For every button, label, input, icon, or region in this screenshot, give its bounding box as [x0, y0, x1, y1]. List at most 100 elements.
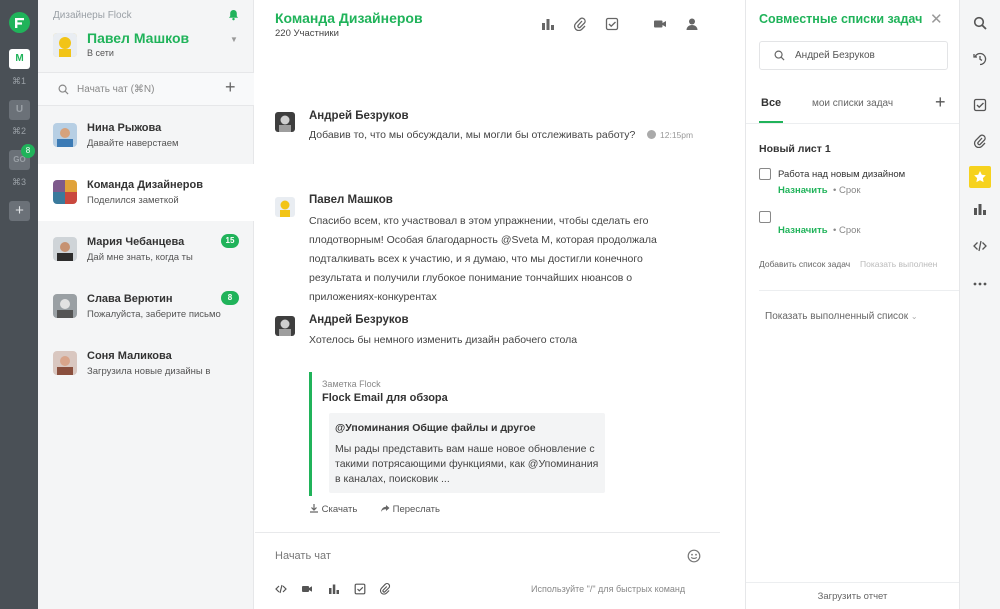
- chat-name: Соня Маликова: [87, 350, 172, 362]
- note-preview-card[interactable]: @Упоминания Общие файлы и другое Мы рады…: [329, 413, 605, 493]
- user-avatar[interactable]: [53, 33, 77, 57]
- workspace-rail: M ⌘1 U ⌘2 GO 8 ⌘3 +: [0, 0, 38, 609]
- todo-search-value: Андрей Безруков: [795, 50, 875, 61]
- message-author[interactable]: Павел Машков: [309, 194, 393, 206]
- search-icon[interactable]: [973, 16, 987, 30]
- unread-badge: 15: [221, 234, 239, 248]
- more-icon[interactable]: [973, 277, 987, 291]
- message-text: Добавив то, что мы обсуждали, мы могли б…: [309, 129, 636, 141]
- poll-icon[interactable]: [973, 202, 987, 216]
- chevron-down-icon: ⌄: [910, 312, 918, 321]
- message-author[interactable]: Андрей Безруков: [309, 314, 409, 326]
- avatar: [53, 180, 77, 204]
- chat-preview: Загрузила новые дизайны в: [87, 366, 211, 377]
- avatar[interactable]: [275, 197, 295, 217]
- star-icon[interactable]: [969, 166, 991, 188]
- member-count[interactable]: 220 Участники: [275, 28, 339, 39]
- poll-icon[interactable]: [328, 583, 340, 595]
- close-icon[interactable]: ✕: [930, 10, 943, 28]
- attachment-icon[interactable]: [973, 134, 987, 148]
- workspace-m[interactable]: M: [9, 49, 30, 69]
- task-text[interactable]: Работа над новым дизайном: [778, 169, 905, 180]
- code-snippet-icon[interactable]: [275, 583, 287, 595]
- forward-button[interactable]: Переслать: [380, 503, 440, 515]
- history-icon[interactable]: [973, 52, 987, 66]
- chat-preview: Поделился заметкой: [87, 195, 179, 206]
- team-name: Дизайнеры Flock: [53, 10, 132, 21]
- chat-item-slava[interactable]: Слава Верютин Пожалуйста, заберите письм…: [38, 278, 254, 335]
- due-date-button[interactable]: • Срок: [833, 185, 861, 196]
- code-snippet-icon[interactable]: [973, 239, 987, 253]
- divider: [759, 290, 959, 291]
- todo-search-input[interactable]: Андрей Безруков: [759, 41, 948, 70]
- tab-my-lists[interactable]: мои списки задач: [812, 98, 893, 109]
- task-checkbox[interactable]: [759, 211, 771, 223]
- add-task-link[interactable]: Добавить список задач: [759, 259, 850, 269]
- composer-divider: [255, 532, 720, 533]
- assign-button[interactable]: Назначить: [778, 185, 828, 196]
- message-time: 12:15pm: [647, 130, 693, 140]
- chevron-down-icon[interactable]: ▼: [230, 35, 238, 44]
- todo-icon[interactable]: [605, 17, 619, 31]
- new-chat-button[interactable]: +: [225, 77, 236, 98]
- avatar[interactable]: [275, 316, 295, 336]
- avatar: [53, 351, 77, 375]
- assign-button[interactable]: Назначить: [778, 225, 828, 236]
- attachment-icon[interactable]: [573, 17, 587, 31]
- chat-item-sonya[interactable]: Соня Маликова Загрузила новые дизайны в: [38, 335, 254, 392]
- channel-title[interactable]: Команда Дизайнеров: [275, 10, 423, 26]
- workspace-shortcut-3: ⌘3: [11, 177, 26, 187]
- emoji-icon[interactable]: [687, 549, 701, 563]
- download-report-button[interactable]: Загрузить отчет: [746, 582, 959, 609]
- due-date-button[interactable]: • Срок: [833, 225, 861, 236]
- poll-icon[interactable]: [541, 17, 555, 31]
- app-rail: [960, 0, 1000, 609]
- user-name[interactable]: Павел Машков: [87, 30, 189, 46]
- workspace-shortcut-2: ⌘2: [11, 126, 26, 136]
- todo-panel-title: Совместные списки задач: [759, 12, 923, 26]
- show-completed-list-button[interactable]: Показать выполненный список ⌄: [765, 311, 918, 322]
- divider: [746, 123, 959, 124]
- note-title[interactable]: Flock Email для обзора: [322, 392, 448, 404]
- forward-icon: [381, 505, 390, 512]
- video-call-icon[interactable]: [653, 17, 667, 31]
- list-name[interactable]: Новый лист 1: [759, 143, 831, 155]
- chat-preview: Давайте наверстаем: [87, 138, 179, 149]
- todo-icon[interactable]: [354, 583, 366, 595]
- download-icon: [310, 504, 318, 513]
- members-icon[interactable]: [685, 17, 699, 31]
- show-completed-link[interactable]: Показать выполнен: [860, 259, 937, 269]
- workspace-shortcut-1: ⌘1: [11, 76, 26, 86]
- flock-logo-icon[interactable]: [9, 12, 30, 33]
- chat-item-maria[interactable]: Мария Чебанцева Дай мне знать, когда ты …: [38, 221, 254, 278]
- chat-preview: Дай мне знать, когда ты: [87, 252, 193, 263]
- chat-name: Команда Дизайнеров: [87, 179, 203, 191]
- chat-item-design-team[interactable]: Команда Дизайнеров Поделился заметкой: [38, 164, 254, 221]
- avatar[interactable]: [275, 112, 295, 132]
- add-workspace-button[interactable]: +: [9, 201, 30, 221]
- note-label: Заметка Flock: [322, 379, 381, 389]
- message-input[interactable]: Начать чат: [275, 550, 331, 562]
- workspace-notification-badge: 8: [21, 144, 35, 158]
- task-checkbox[interactable]: [759, 168, 771, 180]
- add-list-button[interactable]: +: [935, 92, 946, 113]
- start-chat-row: Начать чат (⌘N) +: [38, 72, 254, 106]
- note-card-body: Мы рады представить вам наше новое обнов…: [335, 443, 599, 485]
- todo-icon[interactable]: [973, 98, 987, 112]
- download-button[interactable]: Скачать: [309, 503, 357, 515]
- message-text: Хотелось бы немного изменить дизайн рабо…: [309, 334, 578, 346]
- start-chat-input[interactable]: Начать чат (⌘N): [77, 84, 154, 95]
- avatar: [53, 294, 77, 318]
- chat-item-nina[interactable]: Нина Рыжова Давайте наверстаем: [38, 107, 254, 164]
- workspace-u[interactable]: U: [9, 100, 30, 120]
- clock-icon: [647, 130, 656, 139]
- message-author[interactable]: Андрей Безруков: [309, 110, 409, 122]
- chat-name: Нина Рыжова: [87, 122, 162, 134]
- video-icon[interactable]: [301, 583, 313, 595]
- tab-all[interactable]: Все: [761, 97, 781, 109]
- shared-note[interactable]: Заметка Flock Flock Email для обзора @Уп…: [309, 372, 609, 496]
- bell-icon[interactable]: [228, 9, 239, 21]
- unread-badge: 8: [221, 291, 239, 305]
- search-icon: [774, 50, 785, 61]
- attachment-icon[interactable]: [379, 583, 391, 595]
